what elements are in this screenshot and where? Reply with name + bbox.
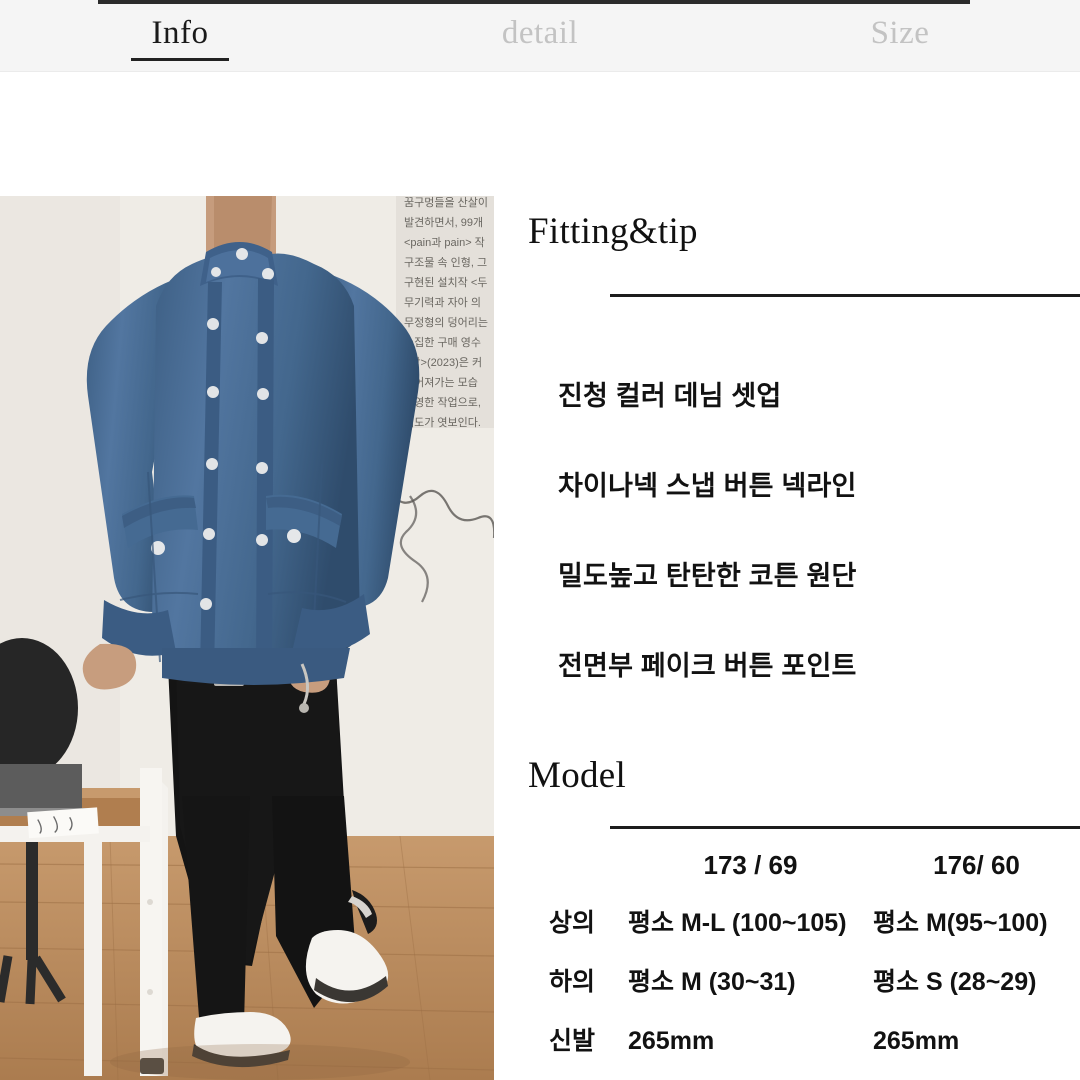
svg-text:구조물 속 인형, 그: 구조물 속 인형, 그 [404,256,487,269]
table-row: 신발 265mm 265mm [516,1021,1080,1057]
fitting-bullet-1: 진청 컬러 데님 셋업 [558,381,782,411]
table-row: 하의 평소 M (30~31) 평소 S (28~29) [516,962,1080,998]
info-tab-content: 꿈구멍들을 산살이 발견하면서, 99개 <pain과 pain> 작 구조물 … [0,72,1080,1080]
model-row-top-value-2: 평소 M(95~100) [873,909,1048,937]
fitting-tip-bullet-list: 진청 컬러 데님 셋업 차이나넥 스냅 버튼 넥라인 밀도높고 탄탄한 코튼 원… [558,374,1078,683]
tab-size-label: Size [870,14,930,51]
tab-list: Info detail Size [0,0,1080,72]
tab-active-underline [131,58,229,61]
model-row-bottom-value-1: 평소 M (30~31) [628,968,796,996]
model-row-top-label: 상의 [548,909,595,937]
fitting-bullet-3: 밀도높고 탄탄한 코튼 원단 [558,561,857,591]
tab-detail-label: detail [501,14,579,51]
svg-text:태도가 엿보인다.: 태도가 엿보인다. [404,416,481,429]
fitting-bullet-2: 차이나넥 스냅 버튼 넥라인 [558,471,857,501]
svg-text:발견하면서, 99개: 발견하면서, 99개 [404,215,483,229]
model-row-bottom-value-2: 평소 S (28~29) [873,968,1037,996]
model-row-shoes-label: 신발 [548,1027,595,1055]
product-info-panel: Fitting&tip 진청 컬러 데님 셋업 차이나넥 스냅 버튼 넥라인 밀… [494,72,1080,1080]
product-tab-bar: Info detail Size [0,0,1080,72]
model-row-top-value-1: 평소 M-L (100~105) [628,909,847,937]
svg-text:<pain과 pain> 작: <pain과 pain> 작 [404,236,485,249]
svg-text:꿈구멍들을 산살이: 꿈구멍들을 산살이 [404,196,488,209]
fitting-tip-divider [610,294,1080,297]
model-row-shoes-value-1: 265mm [628,1027,715,1055]
product-model-photo-illustration: 꿈구멍들을 산살이 발견하면서, 99개 <pain과 pain> 작 구조물 … [0,196,494,1080]
model-size-table: 173 / 69 176/ 60 상의 평소 M-L (100~105) 평소 … [516,850,1080,1057]
model-row-shoes-value-2: 265mm [873,1027,960,1055]
model-heading: Model [528,755,627,796]
table-row: 상의 평소 M-L (100~105) 평소 M(95~100) [516,903,1080,939]
tab-detail[interactable]: detail [360,0,720,72]
model-column-1-header: 173 / 69 [703,850,798,880]
fitting-tip-heading: Fitting&tip [528,211,698,252]
model-table-header-row: 173 / 69 176/ 60 [516,850,1080,881]
tab-size[interactable]: Size [720,0,1080,72]
product-model-photo: 꿈구멍들을 산살이 발견하면서, 99개 <pain과 pain> 작 구조물 … [0,196,494,1080]
model-row-bottom-label: 하의 [548,968,595,996]
tab-info-label: Info [151,14,209,51]
svg-text:구현된 설치작 <두: 구현된 설치작 <두 [404,276,487,289]
fitting-bullet-4: 전면부 페이크 버튼 포인트 [558,651,857,681]
svg-text:무기력과 자아 의: 무기력과 자아 의 [404,296,481,309]
svg-text:수집한 구매 영수: 수집한 구매 영수 [404,336,481,349]
model-divider [610,826,1080,829]
svg-text:무정형의 덩어리는: 무정형의 덩어리는 [404,316,488,329]
model-column-2-header: 176/ 60 [933,850,1020,880]
tab-info[interactable]: Info [0,0,360,72]
model-table-body: 상의 평소 M-L (100~105) 평소 M(95~100) 하의 평소 M… [516,903,1080,1057]
